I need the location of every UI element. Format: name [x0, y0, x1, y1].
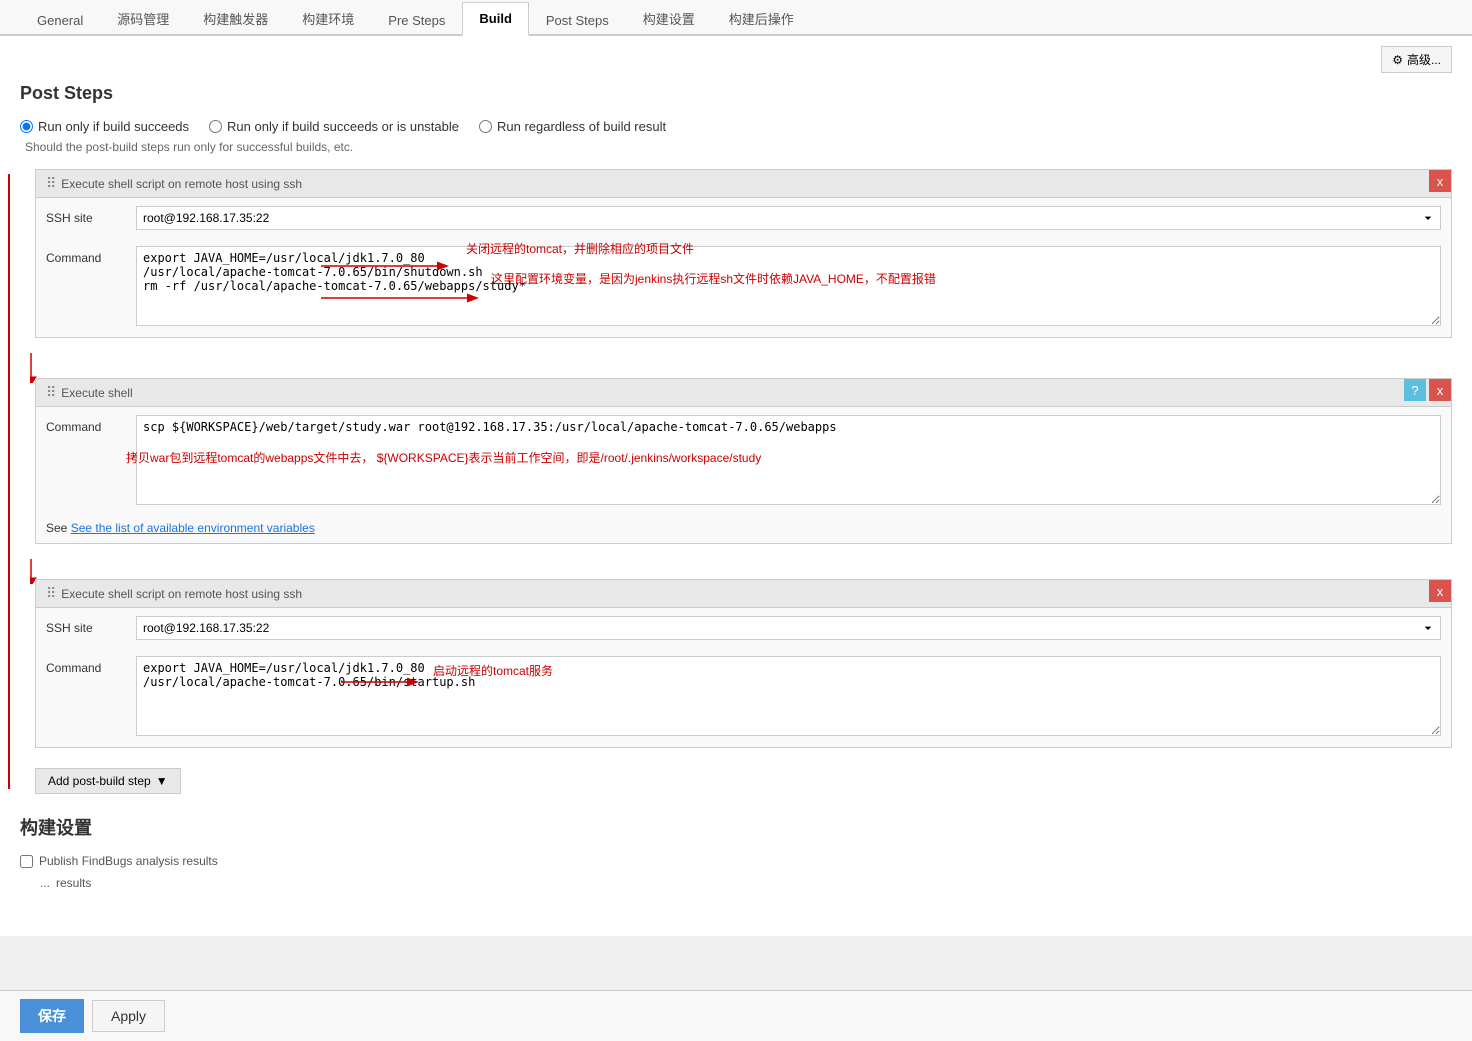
close-ssh-2-button[interactable]: x	[1429, 580, 1451, 602]
arrow-connector-1	[35, 358, 1452, 378]
execute-ssh-1-header: ⠿ Execute shell script on remote host us…	[36, 170, 1451, 198]
command-label-ssh-2: Command	[46, 656, 126, 675]
execute-ssh-2-header: ⠿ Execute shell script on remote host us…	[36, 580, 1451, 608]
tab-source[interactable]: 源码管理	[100, 0, 186, 36]
execute-ssh-2-title: Execute shell script on remote host usin…	[61, 587, 302, 601]
add-step-label: Add post-build step	[48, 774, 151, 788]
top-nav: General 源码管理 构建触发器 构建环境 Pre Steps Build …	[0, 0, 1472, 36]
command-textarea-ssh-2[interactable]: export JAVA_HOME=/usr/local/jdk1.7.0_80 …	[136, 656, 1441, 736]
command-row-ssh-2: Command export JAVA_HOME=/usr/local/jdk1…	[36, 648, 1451, 747]
settings-icon: ⚙	[1392, 53, 1403, 67]
red-vertical-line-1	[8, 174, 10, 789]
tab-pre-steps[interactable]: Pre Steps	[371, 4, 462, 36]
radio-regardless-label: Run regardless of build result	[497, 119, 666, 134]
close-shell-button[interactable]: x	[1429, 379, 1451, 401]
close-ssh-1-button[interactable]: x	[1429, 170, 1451, 192]
results-label: results	[56, 876, 91, 890]
ssh-site-row-2: SSH site root@192.168.17.35:22	[36, 608, 1451, 648]
radio-regardless-input[interactable]	[479, 120, 492, 133]
add-post-build-step-button[interactable]: Add post-build step ▼	[35, 768, 181, 794]
env-link-pre: See	[46, 521, 71, 535]
radio-group: Run only if build succeeds Run only if b…	[20, 119, 1452, 134]
execute-shell-title: Execute shell	[61, 386, 132, 400]
findbugs-label: Publish FindBugs analysis results	[39, 854, 218, 868]
command-input-area-1: export JAVA_HOME=/usr/local/jdk1.7.0_80 …	[136, 246, 1441, 329]
build-settings-title: 构建设置	[20, 814, 1452, 840]
tab-build-env[interactable]: 构建环境	[285, 0, 371, 36]
ssh-site-input-area-2: root@192.168.17.35:22	[136, 616, 1441, 640]
radio-note: Should the post-build steps run only for…	[25, 140, 1452, 154]
ssh-site-label-2: SSH site	[46, 616, 126, 635]
command-row-1: Command export JAVA_HOME=/usr/local/jdk1…	[36, 238, 1451, 337]
drag-icon-2: ⠿	[46, 384, 56, 401]
main-content: ⚙ 高级... Post Steps Run only if build suc…	[0, 36, 1472, 936]
findbugs-checkbox-row: Publish FindBugs analysis results	[20, 850, 1452, 872]
post-steps-title: Post Steps	[20, 83, 1452, 104]
advanced-row: ⚙ 高级...	[20, 46, 1452, 73]
advanced-button[interactable]: ⚙ 高级...	[1381, 46, 1452, 73]
dropdown-arrow-icon: ▼	[156, 774, 168, 788]
tab-build-settings[interactable]: 构建设置	[626, 0, 712, 36]
tab-post-steps[interactable]: Post Steps	[529, 4, 626, 36]
command-label-shell: Command	[46, 415, 126, 434]
radio-build-regardless[interactable]: Run regardless of build result	[479, 119, 666, 134]
ssh-site-select-2[interactable]: root@192.168.17.35:22	[136, 616, 1441, 640]
radio-build-unstable[interactable]: Run only if build succeeds or is unstabl…	[209, 119, 459, 134]
command-input-area-ssh-2: export JAVA_HOME=/usr/local/jdk1.7.0_80 …	[136, 656, 1441, 739]
findbugs-checkbox[interactable]	[20, 855, 33, 868]
apply-button[interactable]: Apply	[92, 1000, 165, 1032]
env-link-row: See See the list of available environmen…	[46, 521, 1441, 535]
tab-build-trigger[interactable]: 构建触发器	[186, 0, 285, 36]
bottom-bar: 保存 Apply	[0, 990, 1472, 1041]
ssh-site-label-1: SSH site	[46, 206, 126, 225]
execute-shell-header: ⠿ Execute shell	[36, 379, 1451, 407]
command-row-shell: Command scp ${WORKSPACE}/web/target/stud…	[36, 407, 1451, 516]
ssh-site-input-area-1: root@192.168.17.35:22	[136, 206, 1441, 230]
radio-unstable-input[interactable]	[209, 120, 222, 133]
execute-ssh-box-1: ⠿ Execute shell script on remote host us…	[35, 169, 1452, 338]
arrow-connector-2	[35, 564, 1452, 579]
tab-post-actions[interactable]: 构建后操作	[712, 0, 811, 36]
results-label-prefix: ...	[40, 876, 50, 890]
radio-unstable-label: Run only if build succeeds or is unstabl…	[227, 119, 459, 134]
tab-general[interactable]: General	[20, 4, 100, 36]
radio-succeeds-input[interactable]	[20, 120, 33, 133]
execute-ssh-box-2: ⠿ Execute shell script on remote host us…	[35, 579, 1452, 748]
command-input-area-shell: scp ${WORKSPACE}/web/target/study.war ro…	[136, 415, 1441, 508]
help-shell-button[interactable]: ?	[1404, 379, 1426, 401]
execute-shell-box: ⠿ Execute shell x ? Command scp ${WORKSP…	[35, 378, 1452, 544]
ssh-site-select-1[interactable]: root@192.168.17.35:22	[136, 206, 1441, 230]
save-button[interactable]: 保存	[20, 999, 84, 1033]
command-label-1: Command	[46, 246, 126, 265]
drag-icon-3: ⠿	[46, 585, 56, 602]
drag-icon-1: ⠿	[46, 175, 56, 192]
execute-ssh-1-title: Execute shell script on remote host usin…	[61, 177, 302, 191]
command-textarea-1[interactable]: export JAVA_HOME=/usr/local/jdk1.7.0_80 …	[136, 246, 1441, 326]
build-settings-section: 构建设置 Publish FindBugs analysis results .…	[20, 814, 1452, 894]
command-textarea-shell[interactable]: scp ${WORKSPACE}/web/target/study.war ro…	[136, 415, 1441, 505]
radio-succeeds-label: Run only if build succeeds	[38, 119, 189, 134]
ssh-site-row-1: SSH site root@192.168.17.35:22	[36, 198, 1451, 238]
env-link-anchor[interactable]: See the list of available environment va…	[71, 521, 315, 535]
tab-build[interactable]: Build	[462, 2, 529, 36]
results-checkbox-row: ... results	[40, 872, 1452, 894]
advanced-label: 高级...	[1407, 51, 1441, 68]
radio-build-succeeds[interactable]: Run only if build succeeds	[20, 119, 189, 134]
